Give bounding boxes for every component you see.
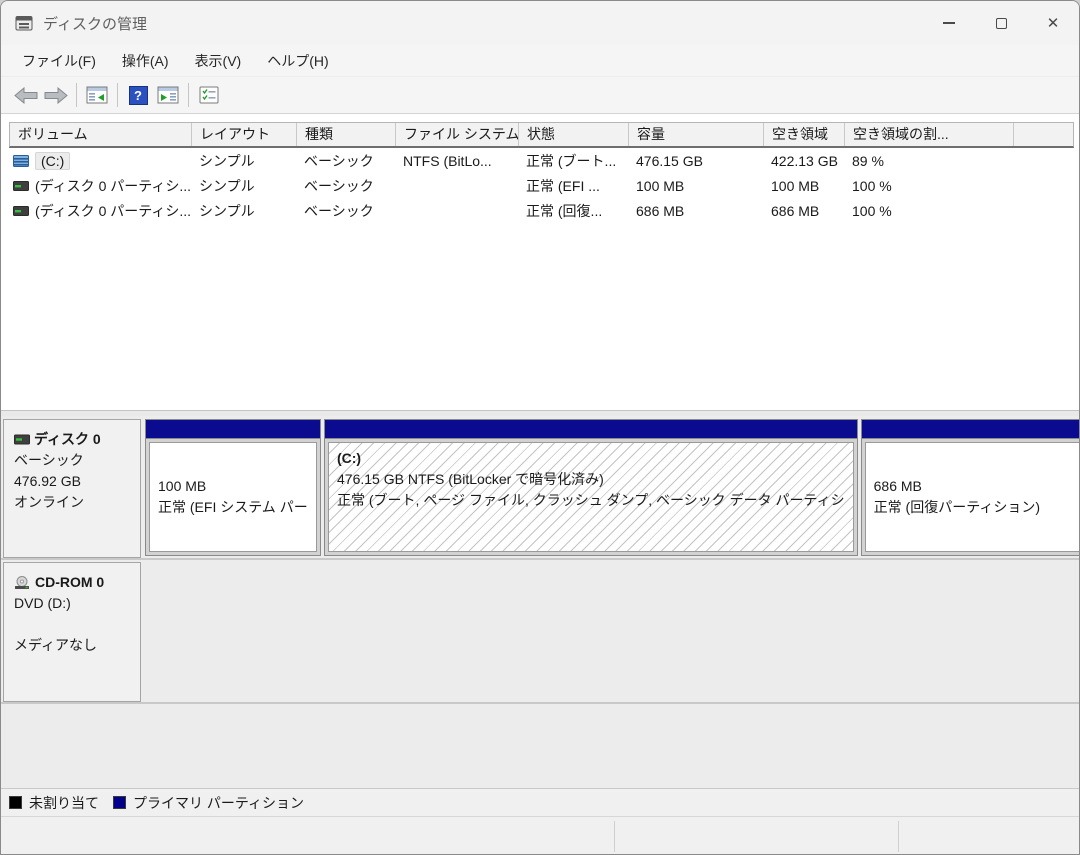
partition-size: 100 MB — [158, 476, 308, 497]
partition-color-band — [146, 420, 320, 439]
cell-free-space: 422.13 GB — [763, 153, 844, 169]
partition-recovery[interactable]: 686 MB 正常 (回復パーティション) — [861, 419, 1080, 556]
unallocated-label: 未割り当て — [29, 793, 99, 813]
header-layout[interactable]: レイアウト — [192, 123, 297, 146]
cell-layout: シンプル — [191, 151, 296, 171]
cell-volume: (ディスク 0 パーティシ... — [9, 201, 191, 221]
disk0-type: ベーシック — [14, 450, 136, 471]
close-button[interactable]: ✕ — [1027, 1, 1079, 45]
action-pane-icon[interactable] — [153, 81, 183, 109]
titlebar: ディスクの管理 ✕ — [1, 1, 1079, 45]
header-free-space[interactable]: 空き領域 — [764, 123, 845, 146]
toolbar-separator — [188, 83, 189, 107]
cell-layout: シンプル — [191, 201, 296, 221]
cell-free-space: 100 MB — [763, 178, 844, 194]
partition-icon — [13, 205, 29, 217]
window-controls: ✕ — [923, 1, 1079, 45]
cell-type: ベーシック — [296, 151, 395, 171]
cell-filesystem: NTFS (BitLo... — [395, 153, 518, 169]
volume-table-header: ボリューム レイアウト 種類 ファイル システム 状態 容量 空き領域 空き領域… — [9, 122, 1074, 148]
legend-bar: 未割り当て プライマリ パーティション — [1, 788, 1079, 816]
cdrom-empty-area — [141, 562, 1079, 702]
cell-free-pct: 89 % — [844, 153, 1013, 169]
primary-partition-swatch — [113, 796, 126, 809]
cdrom-media-status: メディアなし — [14, 635, 136, 656]
status-bar — [1, 816, 1079, 855]
cdrom-drive: DVD (D:) — [14, 593, 136, 614]
disk0-band: ディスク 0 ベーシック 476.92 GB オンライン 100 MB 正常 (… — [1, 419, 1079, 560]
primary-partition-label: プライマリ パーティション — [133, 793, 304, 813]
partition-name: (C:) — [337, 448, 845, 469]
forward-arrow-icon[interactable] — [41, 81, 71, 109]
disk0-name: ディスク 0 — [34, 429, 101, 450]
unallocated-swatch — [9, 796, 22, 809]
cell-capacity: 476.15 GB — [628, 153, 763, 169]
cell-free-pct: 100 % — [844, 178, 1013, 194]
minimize-button[interactable] — [923, 1, 975, 45]
properties-list-icon[interactable] — [194, 81, 224, 109]
menu-help[interactable]: ヘルプ(H) — [254, 46, 341, 76]
header-type[interactable]: 種類 — [297, 123, 396, 146]
cell-type: ベーシック — [296, 176, 395, 196]
disk0-status: オンライン — [14, 492, 136, 513]
console-tree-icon[interactable] — [82, 81, 112, 109]
table-row-efi[interactable]: (ディスク 0 パーティシ... シンプル ベーシック 正常 (EFI ... … — [9, 173, 1074, 198]
partition-size: 476.15 GB NTFS (BitLocker で暗号化済み) — [337, 469, 845, 490]
back-arrow-icon[interactable] — [11, 81, 41, 109]
partition-status: 正常 (EFI システム パー — [158, 497, 308, 518]
disk0-info-panel[interactable]: ディスク 0 ベーシック 476.92 GB オンライン — [3, 419, 141, 558]
partition-color-band — [325, 420, 857, 439]
partition-status: 正常 (回復パーティション) — [874, 497, 1080, 518]
disk-management-icon — [15, 15, 33, 32]
table-row-recovery[interactable]: (ディスク 0 パーティシ... シンプル ベーシック 正常 (回復... 68… — [9, 198, 1074, 223]
menu-action[interactable]: 操作(A) — [109, 46, 182, 76]
header-filesystem[interactable]: ファイル システム — [396, 123, 519, 146]
cell-capacity: 686 MB — [628, 203, 763, 219]
cell-volume: (C:) — [9, 152, 191, 170]
cell-status: 正常 (ブート... — [518, 151, 628, 171]
menu-file[interactable]: ファイル(F) — [9, 46, 109, 76]
cdrom-name: CD-ROM 0 — [35, 572, 104, 593]
cell-layout: シンプル — [191, 176, 296, 196]
partition-c[interactable]: (C:) 476.15 GB NTFS (BitLocker で暗号化済み) 正… — [324, 419, 858, 556]
toolbar-separator — [117, 83, 118, 107]
header-empty — [1014, 123, 1073, 146]
partition-efi[interactable]: 100 MB 正常 (EFI システム パー — [145, 419, 321, 556]
graphical-view: ディスク 0 ベーシック 476.92 GB オンライン 100 MB 正常 (… — [1, 416, 1079, 788]
partition-size: 686 MB — [874, 476, 1080, 497]
cell-capacity: 100 MB — [628, 178, 763, 194]
partition-status: 正常 (ブート, ページ ファイル, クラッシュ ダンプ, ベーシック データ … — [337, 490, 845, 511]
cdrom-icon — [14, 576, 31, 590]
cell-volume: (ディスク 0 パーティシ... — [9, 176, 191, 196]
header-volume[interactable]: ボリューム — [10, 123, 192, 146]
volume-c-icon — [13, 155, 29, 167]
cdrom-band: CD-ROM 0 DVD (D:) メディアなし — [1, 562, 1079, 704]
window-title: ディスクの管理 — [43, 13, 147, 34]
header-free-pct[interactable]: 空き領域の割... — [845, 123, 1014, 146]
header-status[interactable]: 状態 — [519, 123, 629, 146]
disk0-size: 476.92 GB — [14, 471, 136, 492]
header-capacity[interactable]: 容量 — [629, 123, 764, 146]
partition-icon — [13, 180, 29, 192]
toolbar: ? — [1, 77, 1079, 114]
menu-view[interactable]: 表示(V) — [182, 46, 255, 76]
help-icon[interactable]: ? — [123, 81, 153, 109]
maximize-button[interactable] — [975, 1, 1027, 45]
disk0-partitions: 100 MB 正常 (EFI システム パー (C:) 476.15 GB NT… — [145, 419, 1080, 556]
cell-status: 正常 (回復... — [518, 201, 628, 221]
cell-type: ベーシック — [296, 201, 395, 221]
cell-free-pct: 100 % — [844, 203, 1013, 219]
status-divider — [898, 821, 899, 852]
table-row-c[interactable]: (C:) シンプル ベーシック NTFS (BitLo... 正常 (ブート..… — [9, 148, 1074, 173]
disk-management-window: ディスクの管理 ✕ ファイル(F) 操作(A) 表示(V) ヘルプ(H) — [0, 0, 1080, 855]
menubar: ファイル(F) 操作(A) 表示(V) ヘルプ(H) — [1, 45, 1079, 77]
partition-color-band — [862, 420, 1080, 439]
status-divider — [614, 821, 615, 852]
cell-free-space: 686 MB — [763, 203, 844, 219]
cdrom-info-panel[interactable]: CD-ROM 0 DVD (D:) メディアなし — [3, 562, 141, 702]
cell-status: 正常 (EFI ... — [518, 176, 628, 196]
toolbar-separator — [76, 83, 77, 107]
volume-list-pane: ボリューム レイアウト 種類 ファイル システム 状態 容量 空き領域 空き領域… — [1, 114, 1079, 410]
disk-icon — [14, 434, 30, 445]
